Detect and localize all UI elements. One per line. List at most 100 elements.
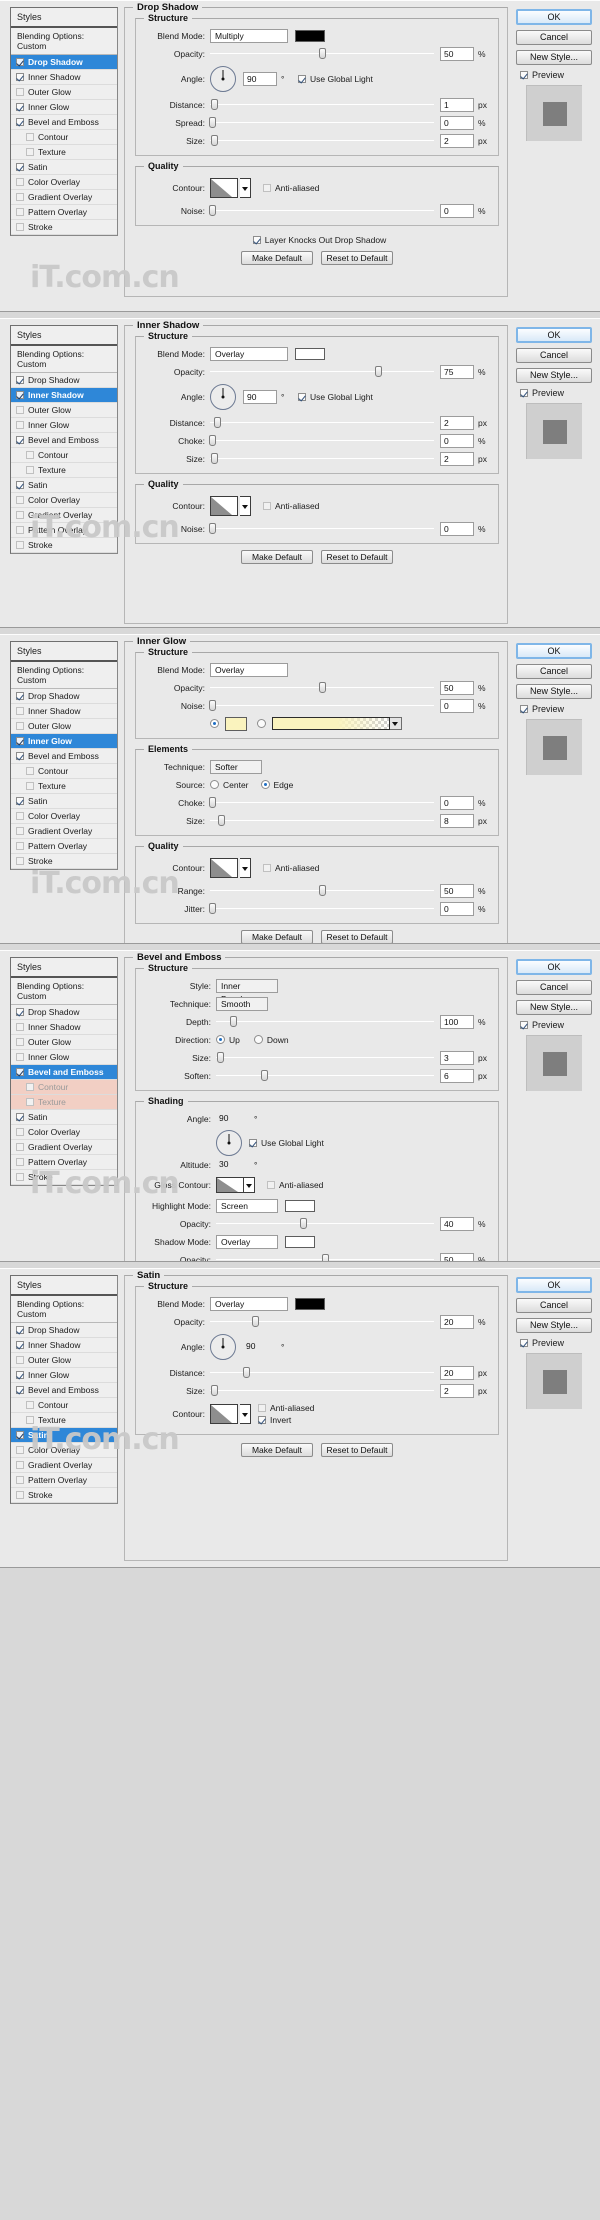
checkbox-inner-shadow[interactable] [16,391,24,399]
soften-value[interactable]: 6 [440,1068,474,1083]
sidebar-item-inner-shadow[interactable]: Inner Shadow [11,70,117,85]
direction-up-option[interactable]: Up [216,1035,240,1045]
sidebar-item-contour[interactable]: Contour [11,130,117,145]
sidebar-item-bevel-and-emboss[interactable]: Bevel and Emboss [11,749,117,764]
size-value[interactable]: 2 [440,133,474,148]
glow-gradient-bar[interactable] [272,717,390,730]
shadow-color-swatch[interactable] [295,347,325,360]
noise-slider[interactable] [209,204,434,217]
checkbox-gradient-overlay[interactable] [16,1461,24,1469]
contour-preview[interactable] [210,496,238,516]
sidebar-item-outer-glow[interactable]: Outer Glow [11,85,117,100]
checkbox-inner-glow[interactable] [16,737,24,745]
checkbox-anti-aliased[interactable] [258,1404,266,1412]
opacity-value[interactable]: 20 [440,1314,474,1329]
checkbox-pattern-overlay[interactable] [16,1476,24,1484]
sidebar-item-satin[interactable]: Satin [11,1110,117,1125]
distance-slider[interactable] [210,98,434,111]
spread-value[interactable]: 0 [440,115,474,130]
angle-dial[interactable] [210,1334,236,1360]
ok-button[interactable]: OK [516,959,592,975]
angle-dial[interactable] [216,1130,242,1156]
checkbox-inner-shadow[interactable] [16,707,24,715]
gloss-contour-dropdown-icon[interactable] [244,1177,255,1193]
checkbox-stroke[interactable] [16,541,24,549]
checkbox-use-global-light[interactable] [298,393,306,401]
anti-aliased-row[interactable]: Anti-aliased [258,1403,314,1413]
checkbox-invert[interactable] [258,1416,266,1424]
size-value[interactable]: 8 [440,813,474,828]
blending-options-item[interactable]: Blending Options: Custom [11,1296,117,1323]
sidebar-item-texture[interactable]: Texture [11,779,117,794]
sidebar-item-color-overlay[interactable]: Color Overlay [11,493,117,508]
sidebar-item-bevel-and-emboss[interactable]: Bevel and Emboss [11,1383,117,1398]
contour-dropdown-icon[interactable] [240,858,251,878]
direction-down-option[interactable]: Down [253,1035,289,1045]
jitter-slider[interactable] [209,902,434,915]
sidebar-item-outer-glow[interactable]: Outer Glow [11,1035,117,1050]
opacity-slider[interactable] [210,47,434,60]
blend-mode-select[interactable]: Overlay [210,662,288,677]
sidebar-item-drop-shadow[interactable]: Drop Shadow [11,1005,117,1020]
sidebar-item-drop-shadow[interactable]: Drop Shadow [11,55,117,70]
sidebar-item-stroke[interactable]: Stroke [11,538,117,553]
checkbox-texture[interactable] [26,1098,34,1106]
sidebar-item-color-overlay[interactable]: Color Overlay [11,1443,117,1458]
shadow-mode-select[interactable]: Overlay [216,1234,278,1249]
glow-color-swatch[interactable] [225,716,247,731]
checkbox-pattern-overlay[interactable] [16,842,24,850]
make-default-button[interactable]: Make Default [241,550,313,564]
contour-preview[interactable] [210,858,238,878]
checkbox-inner-glow[interactable] [16,1371,24,1379]
sidebar-item-inner-glow[interactable]: Inner Glow [11,418,117,433]
noise-slider[interactable] [209,522,434,535]
opacity-value[interactable]: 50 [440,680,474,695]
checkbox-anti-aliased[interactable] [263,184,271,192]
checkbox-drop-shadow[interactable] [16,376,24,384]
glow-gradient-dropdown-icon[interactable] [390,717,402,730]
sidebar-item-color-overlay[interactable]: Color Overlay [11,1125,117,1140]
sidebar-item-bevel-and-emboss[interactable]: Bevel and Emboss [11,433,117,448]
anti-aliased-row[interactable]: Anti-aliased [267,1180,323,1190]
size-slider[interactable] [210,134,434,147]
checkbox-color-overlay[interactable] [16,496,24,504]
sidebar-item-contour[interactable]: Contour [11,764,117,779]
noise-value[interactable]: 0 [440,521,474,536]
sidebar-item-texture[interactable]: Texture [11,1413,117,1428]
checkbox-pattern-overlay[interactable] [16,1158,24,1166]
checkbox-drop-shadow[interactable] [16,692,24,700]
radio-glow-gradient[interactable] [257,719,266,728]
sidebar-item-pattern-overlay[interactable]: Pattern Overlay [11,523,117,538]
checkbox-stroke[interactable] [16,1491,24,1499]
depth-slider[interactable] [216,1015,434,1028]
checkbox-color-overlay[interactable] [16,812,24,820]
angle-value[interactable]: 90 [243,1340,277,1354]
checkbox-stroke[interactable] [16,223,24,231]
sidebar-item-bevel-and-emboss[interactable]: Bevel and Emboss [11,1065,117,1080]
checkbox-satin[interactable] [16,1431,24,1439]
blend-mode-select[interactable]: Overlay [210,346,288,361]
checkbox-preview[interactable] [520,389,528,397]
reset-default-button[interactable]: Reset to Default [321,251,393,265]
sidebar-item-drop-shadow[interactable]: Drop Shadow [11,1323,117,1338]
checkbox-outer-glow[interactable] [16,1038,24,1046]
size-slider[interactable] [210,1384,434,1397]
distance-value[interactable]: 20 [440,1365,474,1380]
sidebar-item-inner-shadow[interactable]: Inner Shadow [11,388,117,403]
cancel-button[interactable]: Cancel [516,30,592,45]
new-style-button[interactable]: New Style... [516,1318,592,1333]
checkbox-texture[interactable] [26,466,34,474]
checkbox-contour[interactable] [26,1401,34,1409]
size-slider[interactable] [216,1051,434,1064]
checkbox-inner-glow[interactable] [16,103,24,111]
sidebar-item-outer-glow[interactable]: Outer Glow [11,1353,117,1368]
shadow-opacity-slider[interactable] [216,1253,434,1261]
sidebar-item-texture[interactable]: Texture [11,463,117,478]
checkbox-anti-aliased[interactable] [267,1181,275,1189]
checkbox-preview[interactable] [520,705,528,713]
checkbox-inner-glow[interactable] [16,421,24,429]
checkbox-stroke[interactable] [16,1173,24,1181]
checkbox-gradient-overlay[interactable] [16,827,24,835]
checkbox-layer-knocks-out[interactable] [252,235,261,244]
cancel-button[interactable]: Cancel [516,1298,592,1313]
